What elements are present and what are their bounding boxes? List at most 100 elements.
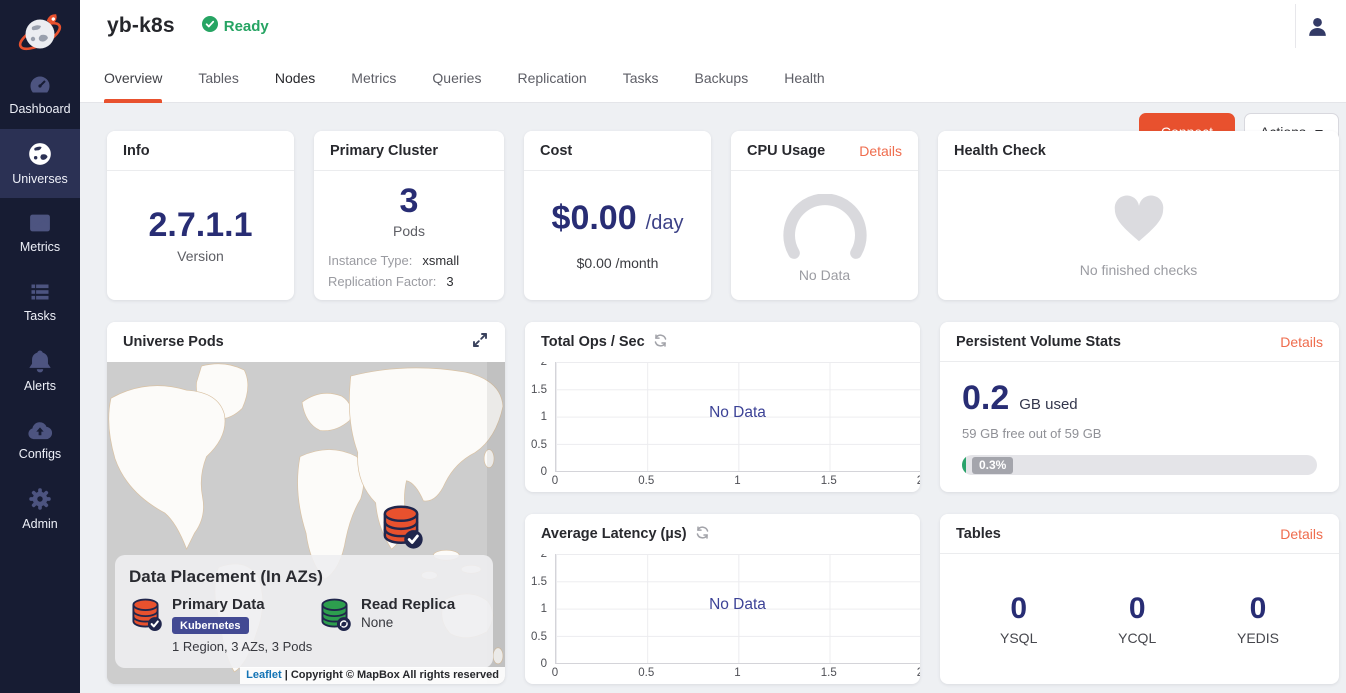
yedis-label: YEDIS <box>1237 630 1279 646</box>
tab-overview[interactable]: Overview <box>104 52 162 103</box>
topbar: yb-k8s Ready <box>80 0 1346 103</box>
refresh-icon[interactable] <box>653 333 668 352</box>
tab-tasks[interactable]: Tasks <box>623 52 659 103</box>
sidebar-item-configs[interactable]: Configs <box>0 405 80 474</box>
gb-used-unit: GB used <box>1019 396 1077 413</box>
total-ops-x-axis: 0 0.5 1 1.5 2 <box>555 475 920 490</box>
pods-label: Pods <box>393 223 425 239</box>
cpu-details-link[interactable]: Details <box>859 143 902 159</box>
card-title: Info <box>123 143 150 159</box>
metrics-chart-icon <box>27 211 53 235</box>
x-tick: 1.5 <box>821 475 837 487</box>
sidebar-item-label: Metrics <box>20 240 60 254</box>
tab-nodes[interactable]: Nodes <box>275 52 315 103</box>
tab-backups[interactable]: Backups <box>695 52 749 103</box>
tab-tables[interactable]: Tables <box>198 52 238 103</box>
data-placement-panel: Data Placement (In AZs) <box>115 555 493 668</box>
x-tick: 1.5 <box>821 667 837 679</box>
instance-type-value: xsmall <box>422 253 459 268</box>
tables-details-link[interactable]: Details <box>1280 526 1323 542</box>
card-title: Cost <box>540 143 572 159</box>
cost-per-month: $0.00 /month <box>577 255 659 271</box>
sidebar-item-admin[interactable]: Admin <box>0 474 80 543</box>
persistent-volume-card: Persistent Volume Stats Details 0.2 GB u… <box>940 322 1339 492</box>
primary-data-label: Primary Data <box>172 596 312 613</box>
card-title: Persistent Volume Stats <box>956 334 1121 350</box>
health-check-card: Health Check No finished checks <box>938 131 1339 300</box>
yedis-count: 0 <box>1237 592 1279 626</box>
version-value: 2.7.1.1 <box>149 207 253 244</box>
ysql-count: 0 <box>1000 592 1037 626</box>
ycql-label: YCQL <box>1118 630 1156 646</box>
sidebar-item-tasks[interactable]: Tasks <box>0 267 80 336</box>
y-tick: 1.5 <box>531 576 547 588</box>
expand-icon[interactable] <box>471 331 489 354</box>
sidebar-item-label: Alerts <box>24 379 56 393</box>
info-card: Info 2.7.1.1 Version <box>107 131 294 300</box>
yedis-stat: 0 YEDIS <box>1237 592 1279 646</box>
tab-health[interactable]: Health <box>784 52 824 103</box>
page-title: yb-k8s <box>107 14 175 38</box>
cpu-usage-card: CPU Usage Details No Data <box>731 131 918 300</box>
card-title: Average Latency (µs) <box>541 526 687 542</box>
total-ops-no-data: No Data <box>555 362 920 464</box>
user-icon <box>1305 27 1330 42</box>
y-tick: 1 <box>541 411 547 423</box>
cpu-gauge <box>769 194 881 267</box>
status-label: Ready <box>224 18 269 35</box>
x-tick: 2 <box>917 475 920 487</box>
yugabyte-logo <box>0 0 80 60</box>
avg-latency-x-axis: 0 0.5 1 1.5 2 <box>555 667 920 682</box>
x-tick: 1 <box>734 667 740 679</box>
card-title: Primary Cluster <box>330 143 438 159</box>
replication-factor-label: Replication Factor: <box>328 274 436 289</box>
ysql-label: YSQL <box>1000 630 1037 646</box>
total-ops-y-axis: 2 1.5 1 0.5 0 <box>525 362 551 472</box>
card-title: Health Check <box>954 143 1046 159</box>
app-root: Dashboard Universes <box>0 0 1346 693</box>
check-circle-icon <box>202 16 218 36</box>
placement-summary: 1 Region, 3 AZs, 3 Pods <box>172 639 312 654</box>
sidebar-item-dashboard[interactable]: Dashboard <box>0 60 80 129</box>
tab-replication[interactable]: Replication <box>517 52 586 103</box>
ycql-stat: 0 YCQL <box>1118 592 1156 646</box>
primary-data-item: Primary Data Kubernetes 1 Region, 3 AZs,… <box>129 596 318 654</box>
charts-column: Total Ops / Sec <box>525 322 920 684</box>
tab-metrics[interactable]: Metrics <box>351 52 396 103</box>
overview-content: Info 2.7.1.1 Version Primary Cluster 3 P… <box>80 103 1346 693</box>
attribution-text: | Copyright © MapBox All rights reserved <box>285 669 499 681</box>
cost-per-day-value: $0.00 <box>552 200 637 237</box>
avg-latency-chart-card: Average Latency (µs) <box>525 514 920 684</box>
avg-latency-no-data: No Data <box>555 554 920 656</box>
avg-latency-y-axis: 2 1.5 1 0.5 0 <box>525 554 551 664</box>
replication-factor-value: 3 <box>446 274 453 289</box>
sidebar-nav: Dashboard Universes <box>0 60 80 543</box>
sidebar-item-alerts[interactable]: Alerts <box>0 336 80 405</box>
volume-details-link[interactable]: Details <box>1280 334 1323 350</box>
refresh-icon[interactable] <box>695 525 710 544</box>
storage-tables-column: Persistent Volume Stats Details 0.2 GB u… <box>940 322 1339 684</box>
leaflet-link[interactable]: Leaflet <box>246 669 281 681</box>
x-tick: 0 <box>552 667 558 679</box>
ycql-count: 0 <box>1118 592 1156 626</box>
user-profile-button[interactable] <box>1303 12 1332 44</box>
title-row: yb-k8s Ready <box>80 0 1346 52</box>
tab-queries[interactable]: Queries <box>432 52 481 103</box>
primary-region-marker[interactable] <box>379 502 423 554</box>
volume-usage-percent: 0.3% <box>972 457 1013 474</box>
read-replica-item: Read Replica None <box>318 596 455 654</box>
world-map[interactable]: Data Placement (In AZs) <box>107 362 505 684</box>
version-label: Version <box>177 248 224 264</box>
read-replica-label: Read Replica <box>361 596 455 613</box>
sidebar-item-label: Dashboard <box>9 102 70 116</box>
sidebar-item-metrics[interactable]: Metrics <box>0 198 80 267</box>
main-area: yb-k8s Ready <box>80 0 1346 693</box>
universe-tabs: Overview Tables Nodes Metrics Queries Re… <box>80 52 1346 103</box>
divider <box>1295 4 1296 48</box>
pods-count: 3 <box>400 183 419 220</box>
card-title: Tables <box>956 526 1001 542</box>
sidebar-item-label: Universes <box>12 172 68 186</box>
y-tick: 1.5 <box>531 384 547 396</box>
summary-cards-row: Info 2.7.1.1 Version Primary Cluster 3 P… <box>107 131 1339 300</box>
sidebar-item-universes[interactable]: Universes <box>0 129 80 198</box>
